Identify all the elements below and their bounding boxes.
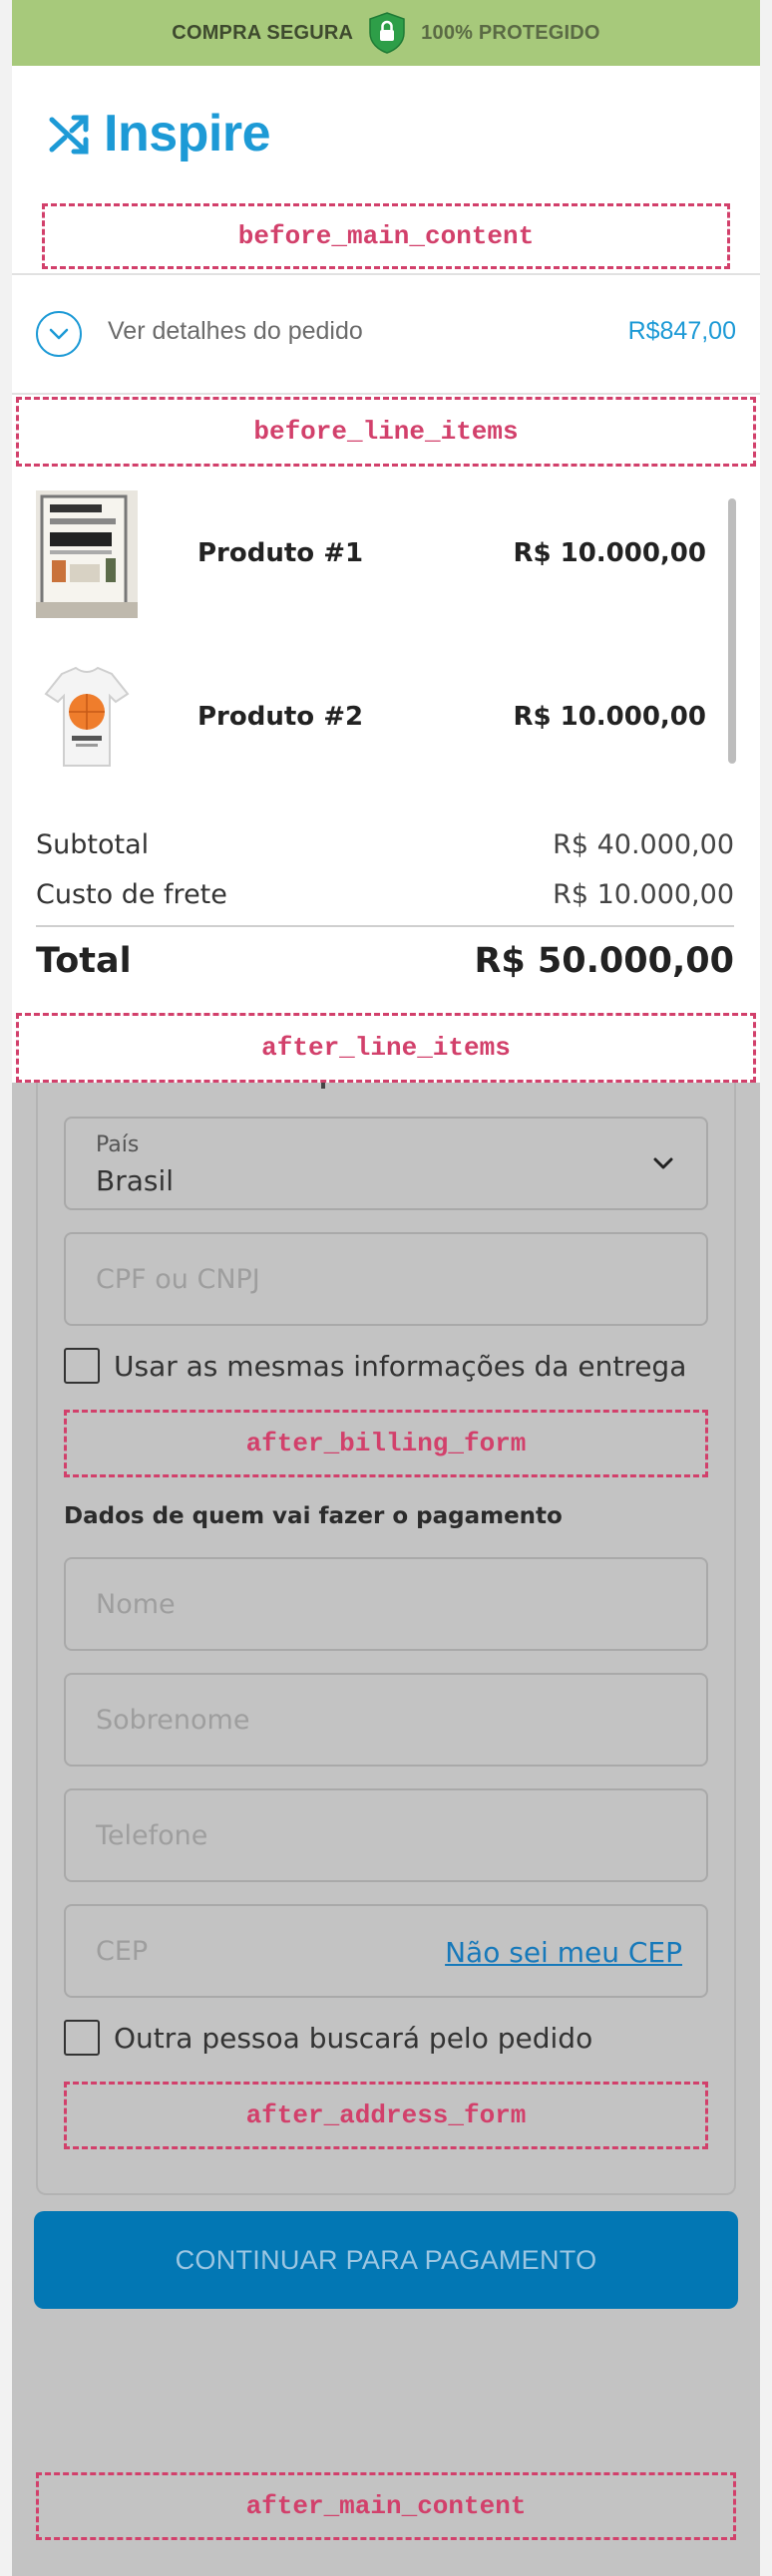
phone-field[interactable]: Telefone [64, 1788, 708, 1882]
first-name-placeholder: Nome [96, 1589, 176, 1620]
same-info-checkbox[interactable]: Usar as mesmas informações da entrega [64, 1348, 686, 1384]
total-label: Total [36, 941, 132, 981]
logo-text: Inspire [104, 105, 271, 162]
first-name-field[interactable]: Nome [64, 1557, 708, 1651]
document-field[interactable]: CPF ou CNPJ [64, 1232, 708, 1326]
checkbox[interactable] [64, 2020, 100, 2056]
store-logo[interactable]: Inspire [48, 104, 271, 163]
hook-after-line-items: after_line_items [16, 1013, 756, 1083]
shipping-label: Custo de frete [36, 879, 227, 910]
line-item: Produto #2 R$ 10.000,00 [36, 654, 734, 784]
line-item-price: R$ 10.000,00 [513, 702, 706, 732]
shuffle-icon [49, 115, 89, 155]
continue-to-payment-button[interactable]: CONTINUAR PARA PAGAMENTO [34, 2211, 738, 2309]
poster-product-image [36, 490, 138, 618]
order-details-label: Ver detalhes do pedido [108, 317, 363, 345]
hook-after-main-content: after_main_content [36, 2472, 736, 2540]
total-row: Total R$ 50.000,00 [36, 941, 734, 981]
country-select[interactable]: País Brasil [64, 1117, 708, 1210]
zip-field[interactable]: CEP Não sei meu CEP [64, 1904, 708, 1998]
subtotal-value: R$ 40.000,00 [553, 829, 734, 860]
line-item-name: Produto #1 [197, 538, 364, 568]
secure-purchase-bar: COMPRA SEGURA 100% PROTEGIDO [12, 0, 760, 66]
hook-before-main-content: before_main_content [42, 203, 730, 269]
summary-divider [12, 393, 760, 395]
lock-shield-icon [369, 12, 405, 54]
shipping-row: Custo de frete R$ 10.000,00 [36, 879, 734, 910]
checkbox[interactable] [64, 1348, 100, 1384]
zip-help-link[interactable]: Não sei meu CEP [445, 1936, 682, 1969]
phone-placeholder: Telefone [96, 1820, 208, 1851]
same-info-label: Usar as mesmas informações da entrega [114, 1349, 687, 1383]
zip-placeholder: CEP [96, 1936, 149, 1967]
pickup-checkbox[interactable]: Outra pessoa buscará pelo pedido [64, 2020, 592, 2056]
line-items-scrollbar[interactable] [728, 498, 736, 764]
line-item-name: Produto #2 [197, 702, 364, 732]
overlay-mark [321, 1083, 325, 1089]
totals-divider [36, 925, 734, 927]
pickup-label: Outra pessoa buscará pelo pedido [114, 2021, 593, 2055]
last-name-field[interactable]: Sobrenome [64, 1673, 708, 1767]
document-placeholder: CPF ou CNPJ [96, 1264, 260, 1295]
subtotal-label: Subtotal [36, 829, 150, 860]
order-summary-toggle[interactable]: Ver detalhes do pedido R$847,00 [12, 275, 760, 393]
hook-after-billing-form: after_billing_form [64, 1410, 708, 1477]
hook-after-address-form: after_address_form [64, 2082, 708, 2149]
payer-section-title: Dados de quem vai fazer o pagamento [64, 1503, 563, 1529]
total-value: R$ 50.000,00 [474, 941, 734, 981]
tshirt-product-image [36, 654, 138, 782]
subtotal-row: Subtotal R$ 40.000,00 [36, 829, 734, 860]
hook-before-line-items: before_line_items [16, 397, 756, 467]
protected-label: 100% PROTEGIDO [421, 21, 600, 44]
secure-purchase-label: COMPRA SEGURA [172, 21, 354, 44]
line-item-price: R$ 10.000,00 [513, 538, 706, 568]
order-summary-price: R$847,00 [627, 317, 736, 345]
line-item: Produto #1 R$ 10.000,00 [36, 490, 734, 620]
country-label: País [96, 1132, 140, 1157]
country-value: Brasil [96, 1164, 175, 1197]
chevron-down-icon [653, 1157, 673, 1169]
chevron-down-icon [36, 311, 82, 357]
last-name-placeholder: Sobrenome [96, 1705, 250, 1736]
checkout-page: COMPRA SEGURA 100% PROTEGIDO Inspire bef… [12, 0, 760, 2576]
shipping-value: R$ 10.000,00 [553, 879, 734, 910]
